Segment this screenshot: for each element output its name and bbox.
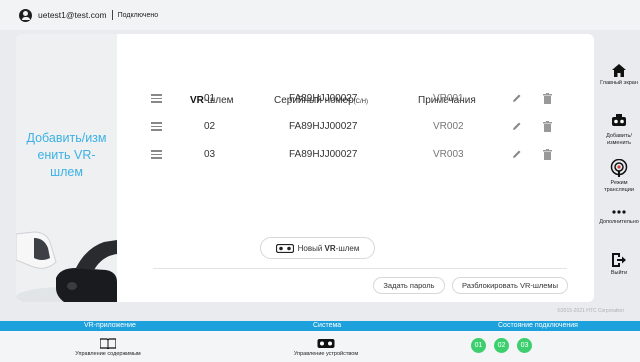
vr-edit-icon: [612, 114, 626, 126]
new-vr-headset-button[interactable]: Новый VR-шлем: [260, 237, 375, 259]
add-vr-panel[interactable]: Добавить/изм енить VR- шлем: [16, 34, 117, 302]
row-note: VR001: [433, 93, 464, 104]
connection-dot[interactable]: 01: [471, 338, 486, 353]
content-management-label: Управление содержимым: [75, 351, 141, 357]
nav-more[interactable]: Дополнительно: [598, 208, 640, 226]
unlock-vr-button[interactable]: Разблокировать VR-шлемы: [452, 277, 568, 294]
copyright: ©2015-2021 HTC Corporation: [557, 308, 624, 314]
nav-exit[interactable]: Выйти: [598, 253, 640, 277]
divider: [153, 268, 567, 269]
home-icon: [612, 64, 626, 77]
broadcast-icon: [610, 159, 628, 177]
edit-icon[interactable]: [512, 93, 522, 104]
delete-icon[interactable]: [543, 121, 552, 132]
vr-headset-image: [16, 231, 117, 302]
row-note: VR003: [433, 149, 464, 160]
drag-handle-icon[interactable]: [151, 94, 162, 103]
row-serial: FA89HJJ00027: [289, 149, 358, 160]
delete-icon[interactable]: [543, 93, 552, 104]
main-panel: Добавить/изм енить VR- шлем VR-шлем Сери…: [16, 34, 594, 302]
table-row: 01 FA89HJJ00027 VR001: [16, 89, 594, 109]
table-row: 03 FA89HJJ00027 VR003: [16, 145, 594, 165]
nav-home-label: Главный экран: [600, 80, 638, 86]
device-management-label: Управление устройством: [293, 351, 359, 357]
exit-icon: [612, 253, 626, 267]
delete-icon[interactable]: [543, 149, 552, 160]
book-icon: [99, 338, 117, 350]
section-system: Система: [313, 322, 342, 329]
nav-edit-label: Добавить/ изменить: [606, 133, 632, 146]
device-management[interactable]: Управление устройством: [290, 338, 362, 357]
bottom-section-bar: VR-приложение Система Состояние подключе…: [0, 321, 640, 331]
row-serial: FA89HJJ00027: [289, 93, 358, 104]
connection-dot[interactable]: 03: [517, 338, 532, 353]
nav-more-label: Дополнительно: [599, 219, 639, 225]
add-vr-label-line: шлем: [50, 165, 83, 179]
edit-icon[interactable]: [512, 149, 522, 160]
row-note: VR002: [433, 121, 464, 132]
divider: [111, 10, 113, 20]
content-management[interactable]: Управление содержимым: [72, 338, 144, 357]
edit-icon[interactable]: [512, 121, 522, 132]
top-bar: uetest1@test.com Подключено: [0, 0, 640, 30]
drag-handle-icon[interactable]: [151, 122, 162, 131]
new-vr-label: Новый VR-шлем: [297, 243, 360, 253]
vr-headset-icon: [275, 243, 294, 253]
section-vr-app: VR-приложение: [84, 322, 136, 329]
vr-device-icon: [317, 339, 335, 348]
nav-home[interactable]: Главный экран: [598, 64, 640, 87]
nav-broadcast-label: Режим трансляции: [604, 180, 634, 193]
nav-broadcast[interactable]: Режим трансляции: [598, 159, 640, 193]
row-serial: FA89HJJ00027: [289, 121, 358, 132]
connection-status: Подключено: [117, 11, 159, 19]
row-number: 03: [204, 149, 216, 160]
nav-exit-label: Выйти: [610, 270, 628, 276]
set-password-button[interactable]: Задать пароль: [373, 277, 445, 294]
connection-dot[interactable]: 02: [494, 338, 509, 353]
section-connection: Состояние подключения: [498, 322, 578, 329]
row-number: 01: [204, 93, 216, 104]
drag-handle-icon[interactable]: [151, 150, 162, 159]
user-email: uetest1@test.com: [38, 10, 107, 20]
more-icon: [612, 210, 626, 214]
nav-edit[interactable]: Добавить/ изменить: [598, 114, 640, 146]
row-number: 02: [204, 121, 216, 132]
user-icon: [19, 8, 32, 22]
table-row: 02 FA89HJJ00027 VR002: [16, 117, 594, 137]
